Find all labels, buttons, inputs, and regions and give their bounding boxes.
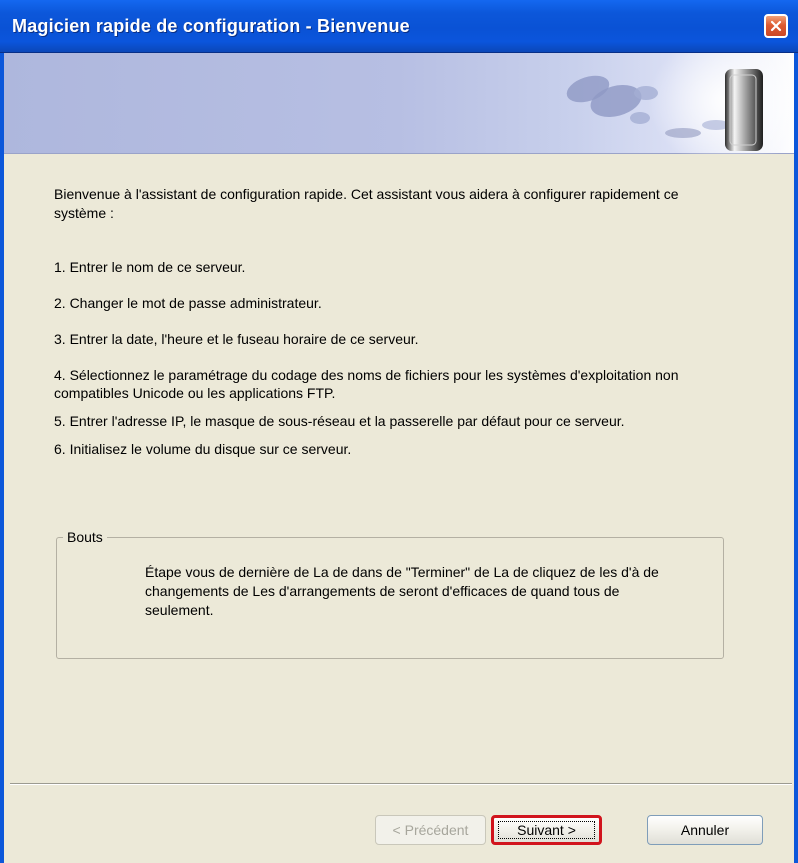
close-icon (770, 20, 782, 32)
step-item: 6. Initialisez le volume du disque sur c… (54, 441, 352, 457)
step-item: 1. Entrer le nom de ce serveur. (54, 259, 246, 275)
tips-groupbox: Bouts Étape vous de dernière de La de da… (56, 528, 724, 659)
window-right-border (794, 53, 798, 863)
cancel-button[interactable]: Annuler (647, 815, 763, 845)
window-left-border (0, 53, 4, 863)
steps-list: 1. Entrer le nom de ce serveur. 2. Chang… (54, 258, 704, 468)
tips-text: Étape vous de dernière de La de dans de … (145, 564, 659, 618)
wizard-content: Bienvenue à l'assistant de configuration… (10, 155, 792, 783)
next-button[interactable]: Suivant > (491, 815, 602, 845)
tips-title: Bouts (63, 528, 107, 546)
step-item: 2. Changer le mot de passe administrateu… (54, 295, 322, 311)
step-item: 3. Entrer la date, l'heure et le fuseau … (54, 331, 419, 347)
intro-text: Bienvenue à l'assistant de configuration… (54, 186, 679, 221)
setup-wizard-window: Magicien rapide de configuration - Bienv… (0, 0, 798, 863)
bottom-separator (10, 783, 792, 785)
step-item: 4. Sélectionnez le paramétrage du codage… (54, 367, 679, 401)
close-button[interactable] (764, 14, 788, 38)
title-bar[interactable]: Magicien rapide de configuration - Bienv… (0, 0, 798, 53)
previous-button[interactable]: < Précédent (375, 815, 486, 845)
step-item: 5. Entrer l'adresse IP, le masque de sou… (54, 413, 625, 429)
window-title: Magicien rapide de configuration - Bienv… (12, 16, 410, 36)
external-drive-icon (566, 53, 798, 154)
focus-rectangle (498, 821, 595, 839)
